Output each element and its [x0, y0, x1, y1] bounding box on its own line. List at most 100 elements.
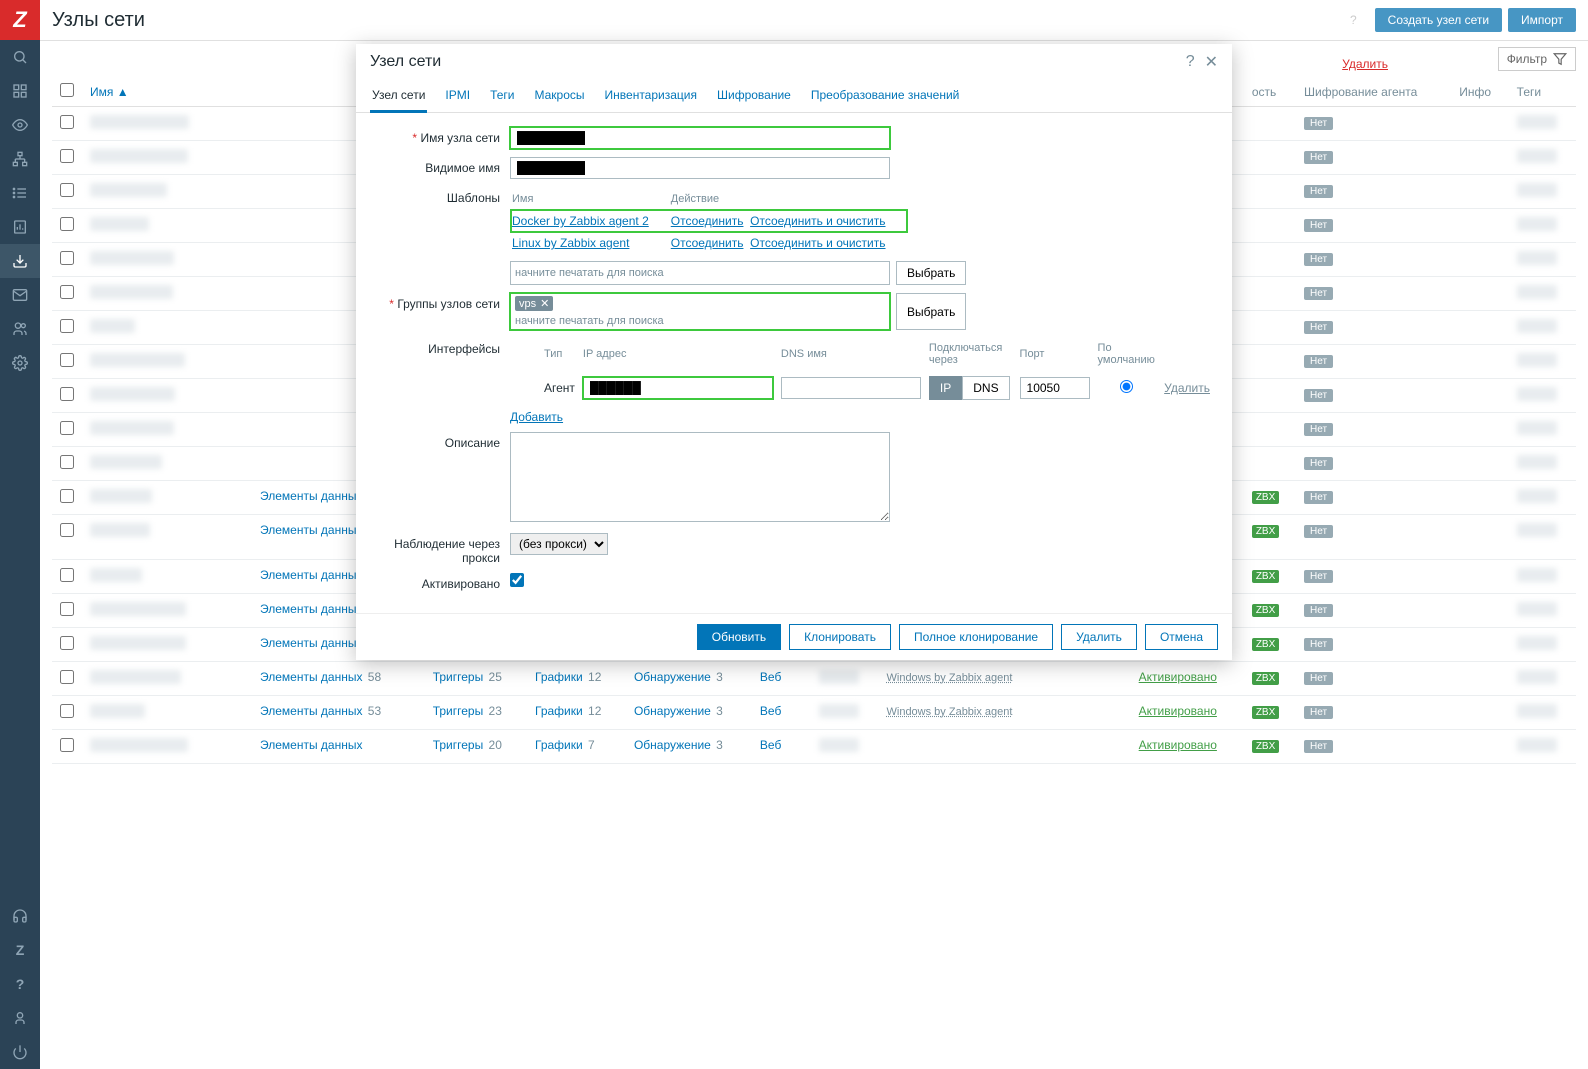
web-link[interactable]: Веб	[760, 704, 781, 718]
graphs-link[interactable]: Графики	[535, 738, 583, 752]
clone-button[interactable]: Клонировать	[789, 624, 891, 650]
tab-tags[interactable]: Теги	[488, 80, 516, 112]
delete-button[interactable]: Удалить	[1061, 624, 1137, 650]
tab-valuemaps[interactable]: Преобразование значений	[809, 80, 962, 112]
row-checkbox[interactable]	[60, 704, 74, 718]
modal-help-icon[interactable]: ?	[1186, 53, 1195, 71]
tab-inventory[interactable]: Инвентаризация	[603, 80, 699, 112]
iface-ip-input[interactable]	[583, 377, 773, 399]
row-checkbox[interactable]	[60, 149, 74, 163]
row-checkbox[interactable]	[60, 523, 74, 537]
enabled-checkbox[interactable]	[510, 573, 524, 587]
status-link[interactable]: Активировано	[1139, 738, 1217, 752]
help-icon[interactable]: ?	[0, 967, 40, 1001]
iface-default-radio[interactable]	[1120, 380, 1133, 393]
discovery-link[interactable]: Обнаружение	[634, 738, 711, 752]
iface-delete-link[interactable]: Удалить	[1164, 381, 1210, 395]
remove-tag-icon[interactable]: ✕	[540, 297, 549, 310]
row-checkbox[interactable]	[60, 217, 74, 231]
items-link[interactable]: Элементы данных	[260, 602, 362, 616]
iface-dns-input[interactable]	[781, 377, 921, 399]
tab-macros[interactable]: Макросы	[533, 80, 587, 112]
filter-toggle[interactable]: Фильтр	[1498, 47, 1576, 71]
status-link[interactable]: Активировано	[1139, 670, 1217, 684]
row-checkbox[interactable]	[60, 115, 74, 129]
row-checkbox[interactable]	[60, 636, 74, 650]
unlink-clear-link[interactable]: Отсоединить и очистить	[750, 236, 885, 250]
help-icon[interactable]: ?	[1350, 13, 1357, 27]
items-link[interactable]: Элементы данных	[260, 489, 362, 503]
row-checkbox[interactable]	[60, 421, 74, 435]
import-icon[interactable]	[0, 244, 40, 278]
gear-icon[interactable]	[0, 346, 40, 380]
template-select-button[interactable]: Выбрать	[896, 261, 966, 285]
hierarchy-icon[interactable]	[0, 142, 40, 176]
list-icon[interactable]	[0, 176, 40, 210]
description-textarea[interactable]	[510, 432, 890, 522]
template-link[interactable]: Docker by Zabbix agent 2	[512, 214, 649, 228]
row-checkbox[interactable]	[60, 319, 74, 333]
row-checkbox[interactable]	[60, 251, 74, 265]
mail-icon[interactable]	[0, 278, 40, 312]
row-checkbox[interactable]	[60, 285, 74, 299]
eye-icon[interactable]	[0, 108, 40, 142]
unlink-clear-link[interactable]: Отсоединить и очистить	[750, 214, 885, 228]
items-link[interactable]: Элементы данных	[260, 704, 362, 718]
z-icon[interactable]: Z	[0, 933, 40, 967]
row-checkbox[interactable]	[60, 670, 74, 684]
row-checkbox[interactable]	[60, 387, 74, 401]
discovery-link[interactable]: Обнаружение	[634, 670, 711, 684]
groups-input[interactable]: vps✕ начните печатать для поиска	[510, 293, 890, 330]
full-clone-button[interactable]: Полное клонирование	[899, 624, 1053, 650]
groups-select-button[interactable]: Выбрать	[896, 293, 966, 330]
discovery-link[interactable]: Обнаружение	[634, 704, 711, 718]
update-button[interactable]: Обновить	[697, 624, 781, 650]
template-link[interactable]: Windows by Zabbix agent	[887, 672, 1013, 684]
users-icon[interactable]	[0, 312, 40, 346]
import-button[interactable]: Импорт	[1508, 8, 1576, 32]
report-icon[interactable]	[0, 210, 40, 244]
proxy-select[interactable]: (без прокси)	[510, 533, 608, 555]
row-checkbox[interactable]	[60, 738, 74, 752]
items-link[interactable]: Элементы данных	[260, 568, 362, 582]
web-link[interactable]: Веб	[760, 670, 781, 684]
user-icon[interactable]	[0, 1001, 40, 1035]
template-search[interactable]: начните печатать для поиска	[510, 261, 890, 285]
graphs-link[interactable]: Графики	[535, 704, 583, 718]
conn-dns-button[interactable]: DNS	[962, 376, 1009, 400]
tab-encryption[interactable]: Шифрование	[715, 80, 793, 112]
template-link[interactable]: Windows by Zabbix agent	[887, 706, 1013, 718]
triggers-link[interactable]: Триггеры	[433, 704, 484, 718]
tab-ipmi[interactable]: IPMI	[443, 80, 472, 112]
row-checkbox[interactable]	[60, 353, 74, 367]
row-checkbox[interactable]	[60, 602, 74, 616]
graphs-link[interactable]: Графики	[535, 670, 583, 684]
unlink-link[interactable]: Отсоединить	[671, 236, 744, 250]
row-checkbox[interactable]	[60, 568, 74, 582]
support-icon[interactable]	[0, 899, 40, 933]
create-host-button[interactable]: Создать узел сети	[1375, 8, 1502, 32]
tab-host[interactable]: Узел сети	[370, 80, 427, 113]
col-name[interactable]: Имя ▲	[90, 85, 129, 99]
triggers-link[interactable]: Триггеры	[433, 670, 484, 684]
triggers-link[interactable]: Триггеры	[433, 738, 484, 752]
hostname-input[interactable]	[510, 127, 890, 149]
cancel-button[interactable]: Отмена	[1145, 624, 1218, 650]
add-interface-link[interactable]: Добавить	[510, 410, 563, 424]
visible-name-input[interactable]	[510, 157, 890, 179]
search-icon[interactable]	[0, 40, 40, 74]
power-icon[interactable]	[0, 1035, 40, 1069]
modal-close-icon[interactable]: ✕	[1205, 52, 1218, 72]
items-link[interactable]: Элементы данных	[260, 738, 362, 752]
iface-port-input[interactable]	[1020, 377, 1090, 399]
status-link[interactable]: Активировано	[1139, 704, 1217, 718]
unlink-link[interactable]: Отсоединить	[671, 214, 744, 228]
web-link[interactable]: Веб	[760, 738, 781, 752]
template-link[interactable]: Linux by Zabbix agent	[512, 236, 629, 250]
row-checkbox[interactable]	[60, 455, 74, 469]
dashboard-icon[interactable]	[0, 74, 40, 108]
conn-ip-button[interactable]: IP	[929, 376, 962, 400]
logo[interactable]: Z	[0, 0, 40, 40]
items-link[interactable]: Элементы данных	[260, 670, 362, 684]
items-link[interactable]: Элементы данных	[260, 636, 362, 650]
